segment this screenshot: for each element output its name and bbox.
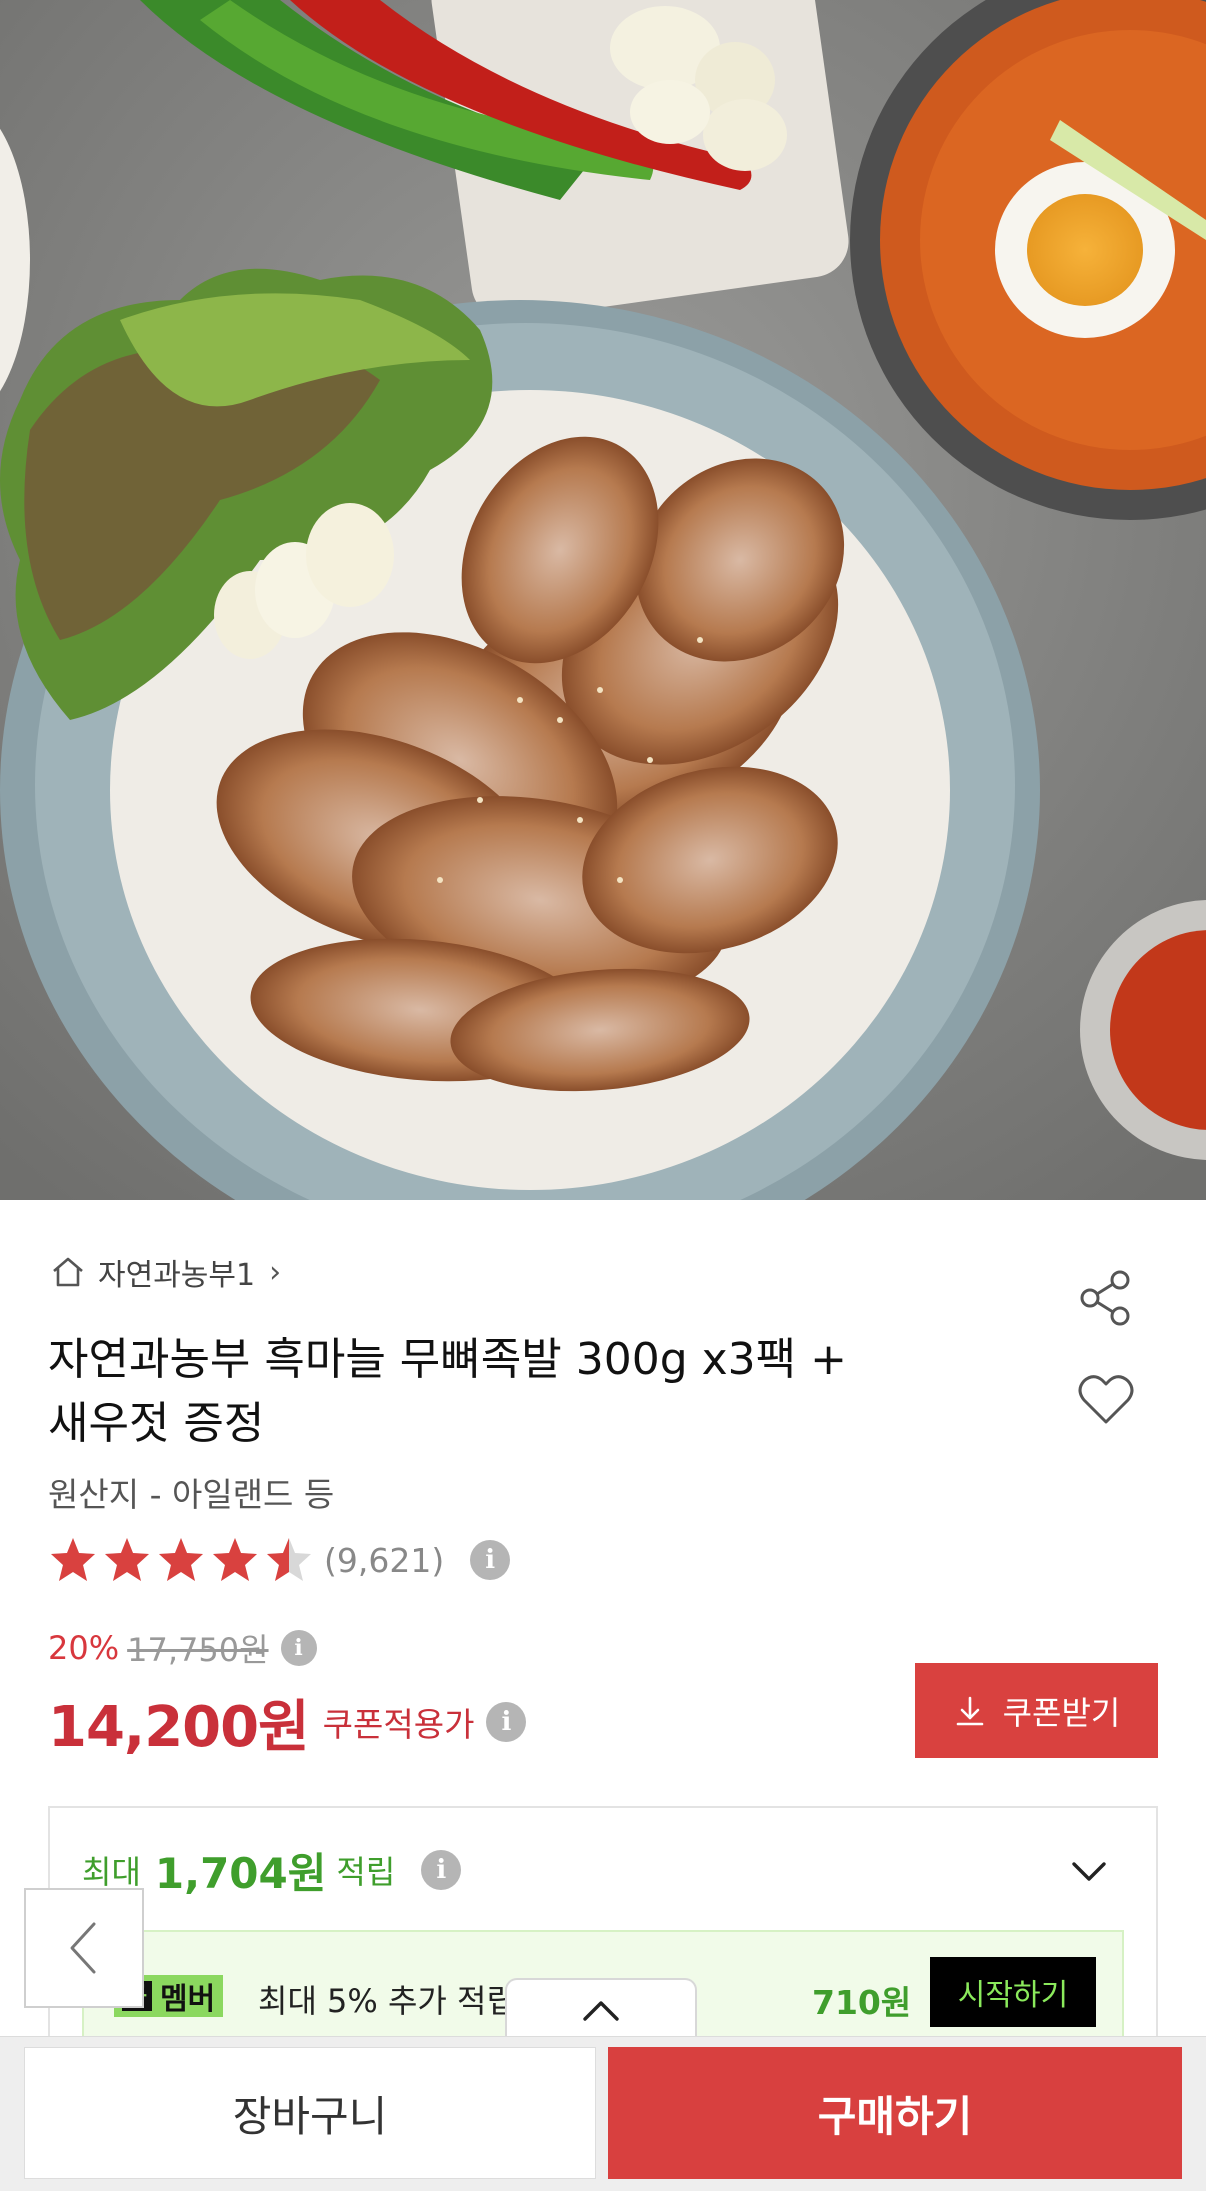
product-image (0, 0, 1206, 1200)
get-coupon-label: 쿠폰받기 (1002, 1694, 1121, 1731)
product-photo (0, 0, 1206, 1200)
home-icon (53, 1257, 83, 1287)
points-prefix: 최대 (82, 1853, 141, 1891)
star-icon (51, 1538, 95, 1581)
get-coupon-button[interactable]: 쿠폰받기 (915, 1663, 1158, 1758)
back-button[interactable] (24, 1888, 144, 2008)
chevron-up-icon (583, 2001, 619, 2021)
discount-row: 20% 17,750원 i (48, 1626, 317, 1670)
chevron-right-icon: › (269, 1254, 282, 1290)
coupon-price-label: 쿠폰적용가 (322, 1705, 475, 1744)
buy-now-button[interactable]: 구매하기 (608, 2047, 1182, 2179)
rating-info-icon[interactable]: i (470, 1540, 511, 1580)
product-title-line2: 새우젓 증정 (48, 1398, 265, 1449)
heart-icon (1078, 1375, 1134, 1424)
price-row: 14,200원 쿠폰적용가 i (48, 1684, 527, 1760)
share-button[interactable] (1074, 1266, 1138, 1330)
product-title-line1: 자연과농부 흑마늘 무뼈족발 300g x3팩 + (48, 1334, 847, 1385)
share-icon (1080, 1270, 1130, 1326)
original-price: 17,750원 (127, 1631, 269, 1669)
wishlist-button[interactable] (1074, 1368, 1138, 1432)
membership-start-button[interactable]: 시작하기 (930, 1957, 1096, 2027)
points-suffix: 적립 (336, 1853, 396, 1891)
points-info-icon[interactable]: i (421, 1850, 462, 1890)
coupon-info-icon[interactable]: i (486, 1702, 527, 1742)
price-info-icon[interactable]: i (280, 1630, 317, 1666)
rating-row[interactable]: (9,621) i (48, 1532, 511, 1588)
product-title: 자연과농부 흑마늘 무뼈족발 300g x3팩 + 새우젓 증정 (48, 1328, 948, 1456)
bottom-action-bar: 장바구니 구매하기 (0, 2036, 1206, 2191)
membership-description: 최대 5% 추가 적립 (258, 1982, 516, 2020)
membership-badge-text: 멤버 (160, 1982, 216, 2017)
star-icon (105, 1538, 149, 1581)
membership-points: 710원 (812, 1983, 912, 2022)
product-origin: 원산지 - 아일랜드 등 (48, 1475, 335, 1514)
breadcrumb[interactable]: 자연과농부1 › (48, 1250, 281, 1294)
chevron-down-icon[interactable] (1064, 1846, 1114, 1896)
star-icon (213, 1538, 257, 1581)
star-icon (159, 1538, 203, 1581)
star-icon (267, 1538, 311, 1581)
review-count[interactable]: (9,621) (324, 1541, 444, 1580)
add-to-cart-button[interactable]: 장바구니 (24, 2047, 596, 2179)
download-icon (956, 1696, 983, 1725)
expand-options-tab[interactable] (505, 1978, 697, 2040)
sale-price: 14,200원 (48, 1694, 310, 1760)
chevron-left-icon (70, 1922, 96, 1974)
star-rating (48, 1535, 314, 1585)
points-amount: 1,704원 (154, 1848, 327, 1898)
breadcrumb-store-link[interactable]: 자연과농부1 (98, 1250, 255, 1294)
discount-rate: 20% (48, 1629, 120, 1667)
